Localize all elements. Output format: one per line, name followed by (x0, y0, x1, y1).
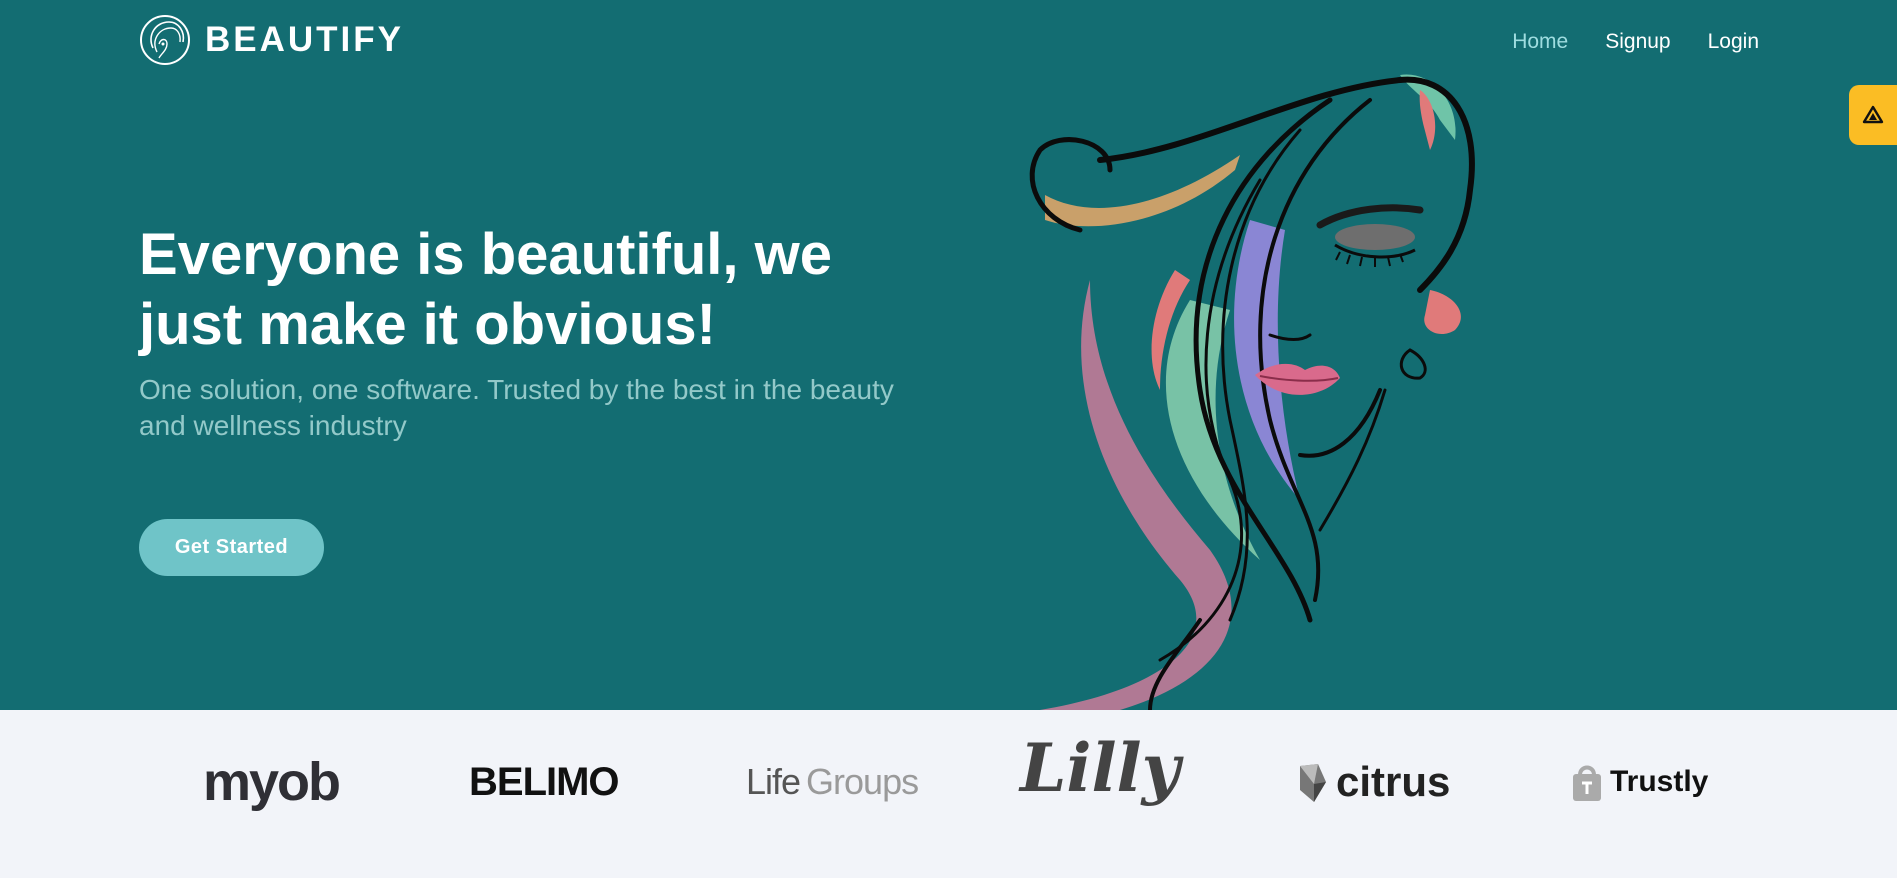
partner-logo-citrus: citrus (1296, 752, 1450, 812)
citrus-mark-icon (1300, 764, 1326, 802)
get-started-button[interactable]: Get Started (139, 519, 324, 576)
nav-home-link[interactable]: Home (1512, 30, 1568, 54)
partner-logo-myob: myob (203, 752, 341, 812)
nav-signup-link[interactable]: Signup (1605, 30, 1670, 54)
hero-headline: Everyone is beautiful, we just make it o… (139, 222, 832, 357)
main-nav: Home Signup Login (1512, 30, 1759, 54)
partner-logo-trustly-text: Trustly (1610, 765, 1709, 798)
partner-logo-myob-text: myob (203, 752, 341, 812)
side-widget-button[interactable] (1849, 85, 1897, 145)
brand-logo[interactable]: BEAUTIFY (139, 14, 404, 66)
hero-subheadline: One solution, one software. Trusted by t… (139, 374, 894, 441)
partner-logo-lilly: Lilly (1020, 729, 1180, 807)
partner-logo-lifegroups: Life Groups (746, 752, 919, 812)
partner-logo-belimo-text: BELIMO (469, 759, 620, 804)
partner-logo-trustly: Trustly (1570, 752, 1708, 812)
woman-face-illustration (1029, 74, 1475, 710)
partner-logo-lifegroups-text-b: Groups (806, 761, 919, 802)
partner-logo-lilly-text: Lilly (1020, 729, 1180, 807)
nav-login-link[interactable]: Login (1708, 30, 1759, 54)
partner-logo-citrus-text: citrus (1336, 758, 1451, 805)
hero-section: BEAUTIFY Home Signup Login Everyone is b… (0, 0, 1897, 710)
warning-triangle-icon (1862, 105, 1884, 124)
partner-logo-lifegroups-text-a: Life (746, 761, 801, 802)
partner-logo-belimo: BELIMO (469, 752, 620, 812)
woman-profile-circle-icon (140, 15, 190, 65)
shopping-bag-icon (1573, 765, 1601, 801)
brand-name: BEAUTIFY (205, 20, 404, 59)
